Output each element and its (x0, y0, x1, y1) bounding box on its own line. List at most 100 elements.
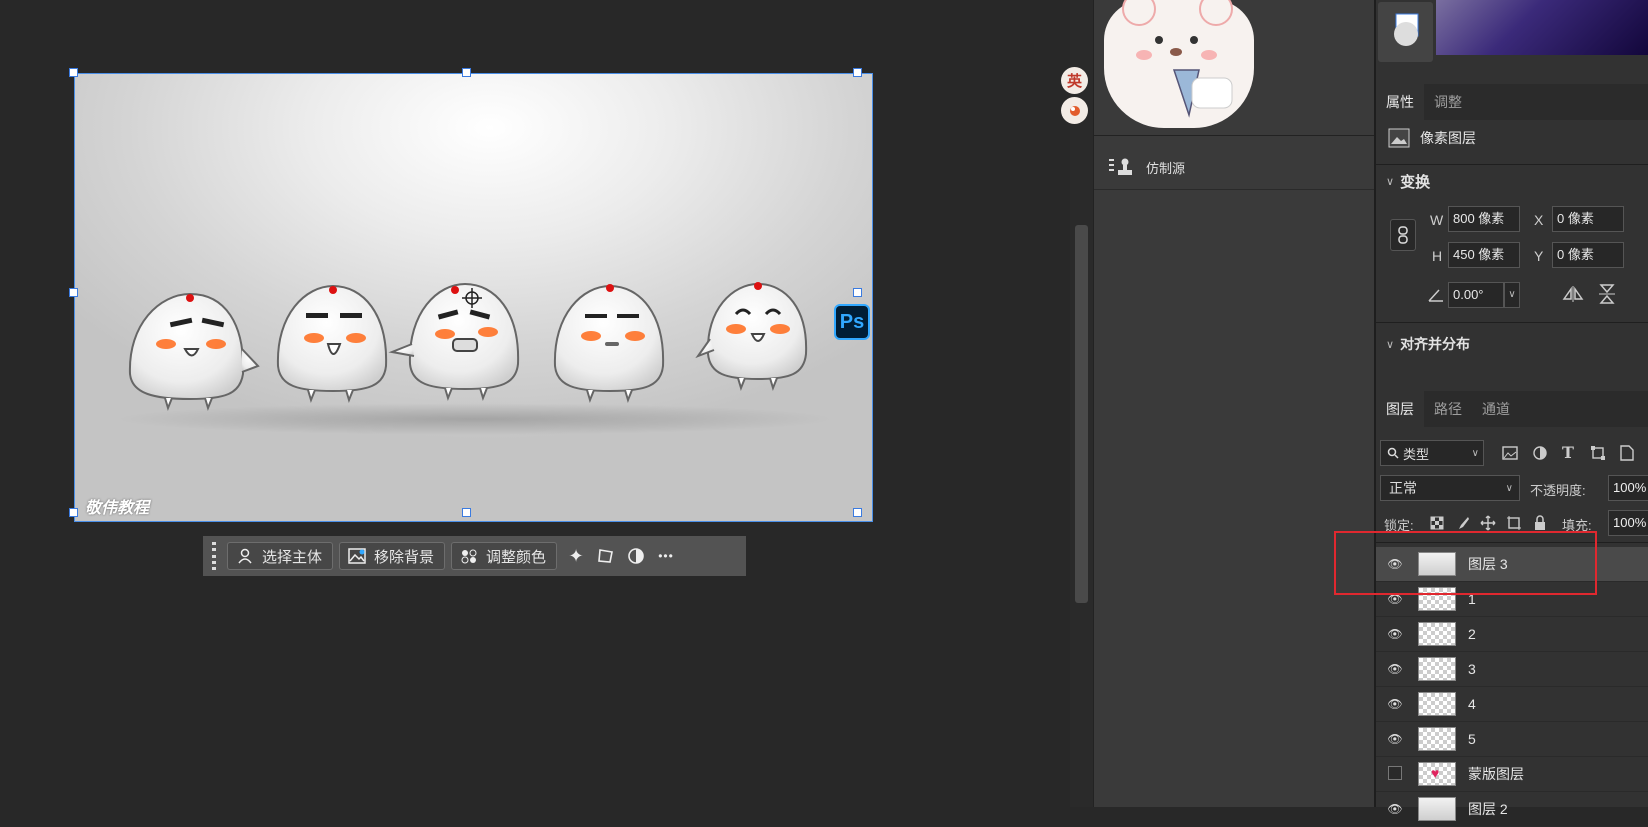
foreground-background-swatch[interactable] (1378, 2, 1433, 62)
tab-channels[interactable]: 通道 (1472, 391, 1520, 427)
eye-icon[interactable]: 👁 (1386, 697, 1404, 711)
opacity-label: 不透明度: (1530, 483, 1586, 498)
chevron-down-icon: ∨ (1471, 447, 1479, 459)
eye-icon[interactable]: 👁 (1386, 802, 1404, 816)
layer-thumbnail (1418, 797, 1456, 821)
transform-handle-br[interactable] (853, 508, 862, 517)
transform-handle-bm[interactable] (462, 508, 471, 517)
transform-handle-ml[interactable] (69, 288, 78, 297)
filter-adjustment-icon[interactable] (1532, 445, 1548, 461)
transform-handle-tm[interactable] (462, 68, 471, 77)
ime-settings-icon[interactable] (1061, 97, 1088, 124)
chevron-down-icon: ∨ (1386, 338, 1395, 351)
filter-pixel-icon[interactable] (1502, 446, 1518, 460)
heart-icon: ♥ (1431, 765, 1440, 781)
layer-row[interactable]: 👁 2 (1376, 617, 1648, 652)
contrast-icon[interactable] (625, 542, 647, 570)
eye-icon[interactable]: 👁 (1386, 627, 1404, 641)
transform-section-toggle[interactable]: ∨ 变换 (1386, 171, 1430, 192)
reference-point-icon[interactable] (462, 288, 482, 308)
layer-row[interactable]: 👁 图层 2 (1376, 792, 1648, 827)
character-5 (695, 282, 808, 392)
flip-horizontal-icon[interactable] (1562, 285, 1584, 303)
adjust-color-label: 调整颜色 (486, 548, 547, 566)
magic-wand-icon[interactable]: ✦ (565, 542, 587, 570)
height-label: H (1432, 248, 1443, 264)
filter-type-icon[interactable]: T (1562, 443, 1574, 462)
eye-icon[interactable]: 👁 (1386, 662, 1404, 676)
transform-handle-bl[interactable] (69, 508, 78, 517)
visibility-toggle-empty[interactable] (1386, 765, 1404, 783)
lock-artboard-icon[interactable] (1506, 515, 1522, 531)
character-1 (128, 292, 260, 412)
width-label: W (1430, 212, 1444, 228)
ime-language-indicator[interactable]: 英 (1061, 67, 1088, 94)
color-panel (1376, 0, 1648, 85)
tab-properties[interactable]: 属性 (1376, 84, 1424, 120)
vertical-scrollbar-thumb[interactable] (1075, 225, 1088, 603)
link-dimensions-button[interactable] (1390, 219, 1416, 251)
height-field[interactable]: 450 像素 (1448, 242, 1520, 268)
tab-paths[interactable]: 路径 (1424, 391, 1472, 427)
filter-smart-object-icon[interactable] (1620, 445, 1634, 461)
angle-field[interactable]: 0.00° (1448, 282, 1504, 308)
remove-background-button[interactable]: 移除背景 (339, 542, 446, 570)
watermark-text: 敬伟教程 (85, 500, 150, 517)
transform-handle-tl[interactable] (69, 68, 78, 77)
align-section-toggle[interactable]: ∨ 对齐并分布 (1386, 334, 1470, 354)
transform-handle-mr[interactable] (853, 288, 862, 297)
transform-icon[interactable] (595, 542, 617, 570)
opacity-field[interactable]: 100% (1608, 475, 1648, 501)
filter-shape-icon[interactable] (1590, 445, 1606, 461)
select-subject-button[interactable]: 选择主体 (227, 542, 334, 570)
chevron-down-icon: ∨ (1386, 176, 1395, 188)
transform-handle-tr[interactable] (853, 68, 862, 77)
x-field[interactable]: 0 像素 (1552, 206, 1624, 232)
image-remove-icon (348, 548, 366, 564)
blend-mode-select[interactable]: 正常 ∨ (1380, 475, 1520, 501)
clone-stamp-icon (1109, 158, 1132, 175)
chevron-down-icon: ∨ (1505, 482, 1513, 494)
clone-source-panel-header[interactable]: 仿制源 (1094, 145, 1374, 190)
canvas-area[interactable]: 敬伟教程 Ps 选择主体 移除背景 调整颜色 ✦ ••• (0, 0, 1070, 807)
color-picker-field[interactable] (1436, 0, 1648, 55)
tab-adjustments[interactable]: 调整 (1424, 84, 1472, 120)
lock-position-icon[interactable] (1480, 515, 1496, 531)
eye-icon[interactable]: 👁 (1386, 732, 1404, 746)
layer-thumbnail: ♥ (1418, 762, 1456, 786)
flip-vertical-icon[interactable] (1598, 283, 1616, 305)
more-icon[interactable]: ••• (655, 542, 677, 570)
adjust-color-button[interactable]: 调整颜色 (451, 542, 558, 570)
layer-filter-label: 类型 (1403, 446, 1430, 462)
highlight-annotation-box (1334, 531, 1597, 595)
person-select-icon (238, 548, 252, 564)
layer-filter-select[interactable]: 类型 ∨ (1380, 440, 1484, 466)
layer-row[interactable]: 👁 5 (1376, 722, 1648, 757)
character-4 (553, 284, 665, 404)
layer-row[interactable]: ♥ 蒙版图层 (1376, 757, 1648, 792)
layer-type-label: 像素图层 (1420, 130, 1476, 146)
lock-pixels-icon[interactable] (1456, 516, 1470, 530)
angle-dropdown-button[interactable]: ∨ (1504, 282, 1520, 308)
y-field[interactable]: 0 像素 (1552, 242, 1624, 268)
lock-all-icon[interactable] (1534, 515, 1546, 531)
layers-tabs: 图层 路径 通道 (1376, 391, 1648, 427)
angle-icon (1428, 289, 1443, 302)
lock-transparent-icon[interactable] (1430, 516, 1444, 530)
tab-layers[interactable]: 图层 (1376, 391, 1424, 427)
bear-sticker-image (1104, 0, 1254, 128)
drag-handle-icon[interactable] (207, 542, 221, 570)
layer-name: 蒙版图层 (1468, 766, 1524, 782)
width-field[interactable]: 800 像素 (1448, 206, 1520, 232)
layer-name: 4 (1468, 696, 1476, 712)
fill-field[interactable]: 100% (1608, 510, 1648, 536)
x-label: X (1534, 212, 1544, 228)
layer-row[interactable]: 👁 3 (1376, 652, 1648, 687)
properties-tabs: 属性 调整 (1376, 84, 1648, 120)
middle-panel: 仿制源 (1093, 0, 1374, 807)
layer-type-row: 像素图层 (1388, 128, 1476, 148)
right-panel: 属性 调整 像素图层 ∨ 变换 W 800 像素 X 0 像素 H 450 像素… (1374, 0, 1648, 827)
clone-source-label: 仿制源 (1146, 160, 1186, 176)
link-icon (1398, 226, 1408, 244)
layer-row[interactable]: 👁 4 (1376, 687, 1648, 722)
